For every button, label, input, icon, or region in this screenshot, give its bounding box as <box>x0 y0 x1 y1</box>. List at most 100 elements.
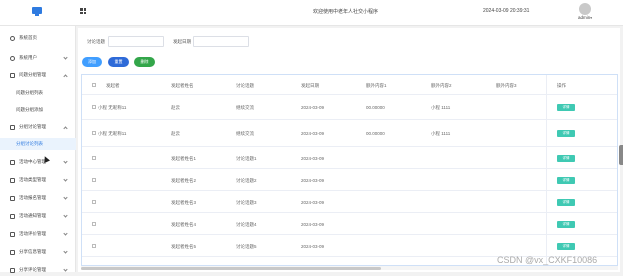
side-collapse-handle[interactable] <box>619 145 623 165</box>
table-cell: 发起者姓名1 <box>171 156 197 161</box>
sidebar-item-share-comments[interactable]: 分享评论管理 <box>0 264 76 276</box>
home-icon <box>10 35 15 41</box>
sidebar-item-question-group-add[interactable]: 问题分组添加 <box>0 104 76 116</box>
table-row[interactable]: 发起者姓名1 讨论话题1 2024-03-09 详情 <box>82 147 617 169</box>
table-cell: 发起者姓名5 <box>171 244 197 249</box>
sidebar-item-home[interactable]: 系统首页 <box>0 32 76 44</box>
header-cell: 发起者 <box>106 83 120 88</box>
table-row[interactable]: 发起者姓名3 讨论话题3 2024-03-09 详情 <box>82 191 617 213</box>
username-label: admin <box>578 15 591 20</box>
sidebar-item-label: 分享评论管理 <box>19 267 46 272</box>
table-cell: 小程 无昵称11 <box>98 105 127 110</box>
sidebar-item-activity-types[interactable]: 活动类型管理 <box>0 174 76 186</box>
datetime-text: 2024-03-09 20:39:31 <box>483 8 530 14</box>
folder-icon <box>10 124 15 130</box>
sidebar-item-share-info[interactable]: 分享信息管理 <box>0 246 76 258</box>
chevron-down-icon <box>63 213 68 218</box>
welcome-text: 欢迎使用中老年人社交小程序 <box>313 9 379 15</box>
sidebar-item-activity-review[interactable]: 活动评价管理 <box>0 228 76 240</box>
row-checkbox[interactable] <box>92 105 96 109</box>
table-cell: 2024-03-09 <box>301 178 325 183</box>
detail-button[interactable]: 详情 <box>557 221 575 228</box>
chevron-down-icon <box>63 231 68 236</box>
sidebar-item-label: 活动评价管理 <box>19 231 46 236</box>
sidebar-item-system-users[interactable]: 系统用户 <box>0 52 76 64</box>
scrollbar-thumb[interactable] <box>81 266 381 270</box>
row-checkbox[interactable] <box>92 156 96 160</box>
add-button[interactable]: 添加 <box>82 57 102 67</box>
sidebar-item-question-group-list[interactable]: 问题分组列表 <box>0 87 76 99</box>
detail-button[interactable]: 详情 <box>557 243 575 250</box>
chevron-down-icon <box>63 159 68 164</box>
row-checkbox[interactable] <box>92 200 96 204</box>
table-cell: 2024-03-09 <box>301 222 325 227</box>
sidebar-item-label: 问题分组管理 <box>19 72 46 77</box>
table-cell: 小程 无昵称11 <box>98 131 127 136</box>
header-cell: 讨论话题 <box>236 83 254 88</box>
sidebar-item-label: 问题分组列表 <box>16 90 43 95</box>
sidebar-item-label: 活动通知管理 <box>19 213 46 218</box>
header-cell: 额外内容3 <box>496 83 517 88</box>
folder-icon <box>10 177 15 183</box>
detail-button[interactable]: 详情 <box>557 177 575 184</box>
table-cell: 2024-03-09 <box>301 131 325 136</box>
sidebar-item-activity-notice[interactable]: 活动通知管理 <box>0 210 76 222</box>
sidebar-item-label: 问题分组添加 <box>16 107 43 112</box>
header-cell: 发起日期 <box>301 83 319 88</box>
topic-search-input[interactable] <box>108 36 164 47</box>
table-row[interactable]: 发起者姓名4 讨论话题4 2024-03-09 详情 <box>82 213 617 235</box>
sidebar-item-activity-signup[interactable]: 活动报名管理 <box>0 192 76 204</box>
sidebar-item-group-discussion-list[interactable]: 分组讨论列表 <box>0 138 76 150</box>
table-row[interactable]: 发起者姓名2 讨论话题2 2024-03-09 详情 <box>82 169 617 191</box>
monitor-icon[interactable] <box>32 7 42 16</box>
detail-button[interactable]: 详情 <box>557 199 575 206</box>
chevron-down-icon <box>63 195 68 200</box>
date-search-input[interactable] <box>193 36 249 47</box>
table-row[interactable]: 小程 无昵称11 赵云 继续交流 2024-03-09 00.00000 小程 … <box>82 95 617 120</box>
discussion-table: 发起者 发起者姓名 讨论话题 发起日期 额外内容1 额外内容2 额外内容3 操作… <box>81 74 618 266</box>
table-cell: 2024-03-09 <box>301 200 325 205</box>
sidebar-item-question-groups[interactable]: 问题分组管理 <box>0 69 76 81</box>
table-cell: 继续交流 <box>236 131 254 136</box>
row-checkbox[interactable] <box>92 222 96 226</box>
chevron-up-icon <box>63 73 68 79</box>
sidebar-item-activity-center[interactable]: 活动中心管理 <box>0 156 76 168</box>
detail-button[interactable]: 详情 <box>557 104 575 111</box>
row-checkbox[interactable] <box>92 131 96 135</box>
select-all-checkbox[interactable] <box>92 83 96 87</box>
grid-menu-icon[interactable] <box>80 8 86 14</box>
table-cell: 赵云 <box>171 131 180 136</box>
folder-icon <box>10 249 15 255</box>
row-checkbox[interactable] <box>92 178 96 182</box>
folder-icon <box>10 195 15 201</box>
topic-search-label: 讨论话题 <box>87 39 105 44</box>
folder-icon <box>10 159 15 165</box>
detail-button[interactable]: 详情 <box>557 155 575 162</box>
table-cell: 讨论话题5 <box>236 244 257 249</box>
sidebar-item-group-discussion[interactable]: 分组讨论管理 <box>0 121 76 133</box>
table-cell: 2024-03-09 <box>301 244 325 249</box>
row-checkbox[interactable] <box>92 244 96 248</box>
top-bar: 欢迎使用中老年人社交小程序 2024-03-09 20:39:31 admin▾ <box>0 0 623 26</box>
table-row[interactable]: 发起者姓名5 讨论话题5 2024-03-09 详情 <box>82 235 617 257</box>
table-cell: 讨论话题1 <box>236 156 257 161</box>
folder-icon <box>10 72 15 78</box>
table-cell: 00.00000 <box>366 131 385 136</box>
avatar[interactable] <box>579 3 591 15</box>
table-row[interactable]: 小程 无昵称11 赵云 继续交流 2024-03-09 00.00000 小程 … <box>82 120 617 147</box>
table-cell: 赵云 <box>171 105 180 110</box>
detail-button[interactable]: 详情 <box>557 130 575 137</box>
sidebar-item-label: 系统首页 <box>19 35 37 40</box>
folder-icon <box>10 213 15 219</box>
horizontal-scrollbar[interactable] <box>81 266 618 270</box>
sidebar-item-label: 分组讨论管理 <box>19 124 46 129</box>
sidebar-item-label: 系统用户 <box>19 55 37 60</box>
table-cell: 讨论话题4 <box>236 222 257 227</box>
table-cell: 2024-03-09 <box>301 156 325 161</box>
table-cell: 继续交流 <box>236 105 254 110</box>
delete-button[interactable]: 删除 <box>134 57 155 67</box>
user-menu[interactable]: admin▾ <box>578 15 592 20</box>
header-cell: 额外内容2 <box>431 83 452 88</box>
reset-button[interactable]: 重置 <box>108 57 129 67</box>
table-cell: 小程 1111 <box>431 105 451 110</box>
